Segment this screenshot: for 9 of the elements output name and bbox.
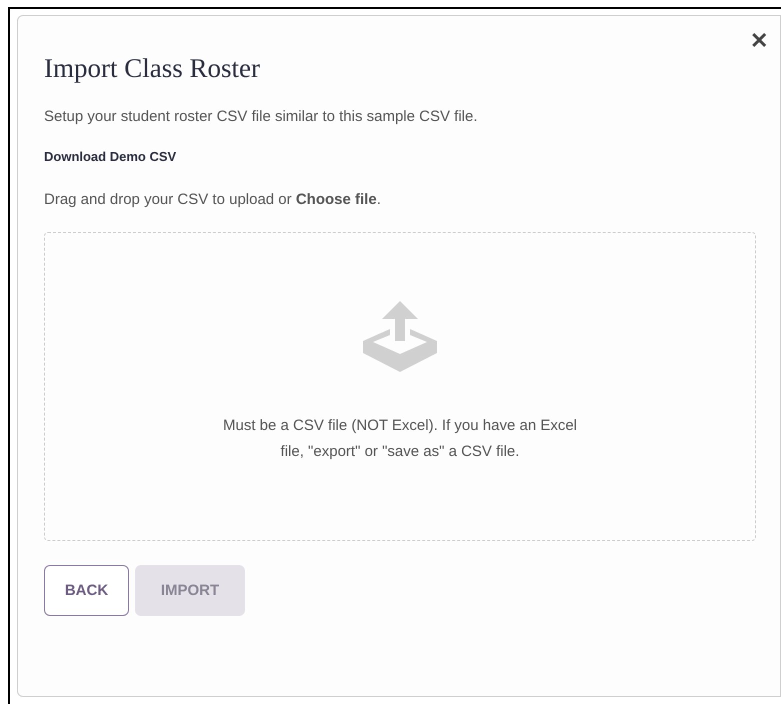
download-demo-link[interactable]: Download Demo CSV	[44, 147, 176, 167]
back-button[interactable]: BACK	[44, 565, 129, 616]
upload-icon	[363, 301, 437, 374]
dialog-title: Import Class Roster	[44, 52, 261, 85]
intro-text: Setup your student roster CSV file similar to this sample CSV file.	[44, 106, 479, 127]
file-hint-text: Must be a CSV file (NOT Excel). If you have an Excel file, "export" or "save as" a CSV file.	[222, 416, 578, 462]
close-button[interactable]: ✕	[750, 30, 768, 52]
instruction-text: Drag and drop your CSV to upload or Choose file.	[44, 190, 382, 210]
drop-zone[interactable]: Must be a CSV file (NOT Excel). If you have an Excel file, "export" or "save as" a CSV file.	[44, 232, 756, 542]
